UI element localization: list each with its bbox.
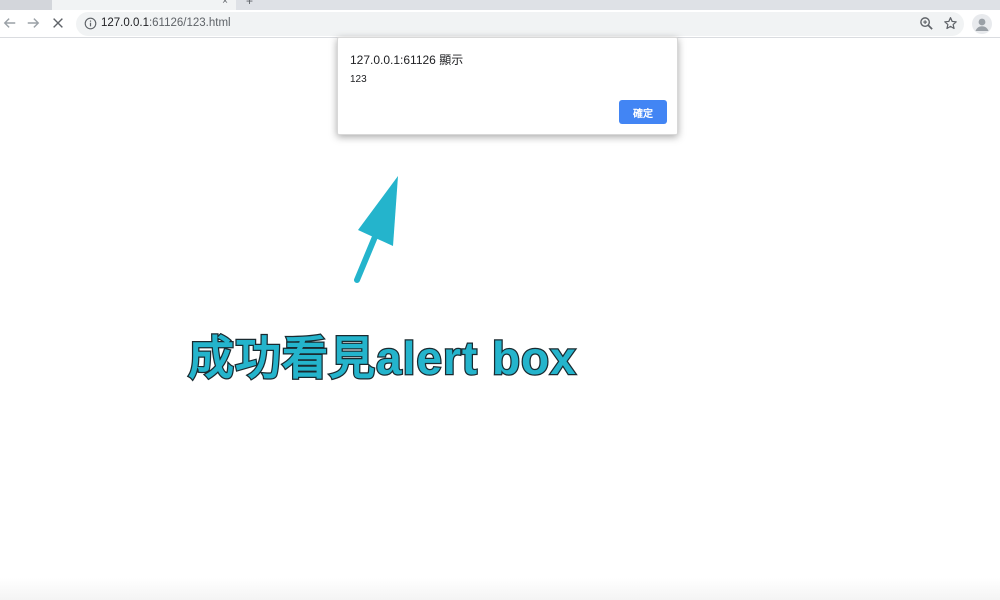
new-tab-button[interactable]: + — [246, 0, 253, 8]
info-icon[interactable] — [84, 17, 97, 30]
avatar-icon — [975, 18, 989, 31]
close-icon — [53, 18, 63, 28]
url-text: 127.0.0.1:61126/123.html — [101, 17, 231, 29]
browser-toolbar: 127.0.0.1:61126/123.html — [0, 10, 1000, 38]
zoom-icon[interactable] — [919, 16, 934, 31]
forward-arrow-icon — [27, 18, 40, 28]
star-icon[interactable] — [943, 16, 958, 31]
tab-inactive[interactable] — [0, 0, 52, 10]
back-button[interactable] — [0, 12, 21, 34]
tab-strip: × + — [0, 0, 1000, 10]
tab-close-icon[interactable]: × — [222, 0, 228, 7]
dialog-title: 127.0.0.1:61126 顯示 — [350, 53, 464, 67]
dialog-message: 123 — [350, 74, 367, 85]
ok-button[interactable]: 確定 — [619, 100, 667, 124]
annotation-arrow-icon — [354, 176, 398, 283]
url-host: 127.0.0.1 — [101, 17, 149, 29]
annotation-caption: 成功看見alert box — [187, 331, 577, 386]
forward-button[interactable] — [22, 12, 44, 34]
back-arrow-icon — [3, 18, 16, 28]
url-path: :61126/123.html — [148, 17, 231, 29]
profile-avatar[interactable] — [972, 14, 992, 34]
alert-dialog: 127.0.0.1:61126 顯示 123 確定 — [337, 37, 678, 135]
stop-loading-button[interactable] — [47, 12, 69, 34]
tab-active[interactable]: × — [52, 0, 236, 10]
page-bottom-edge — [0, 578, 1000, 600]
address-bar[interactable]: 127.0.0.1:61126/123.html — [76, 12, 964, 36]
